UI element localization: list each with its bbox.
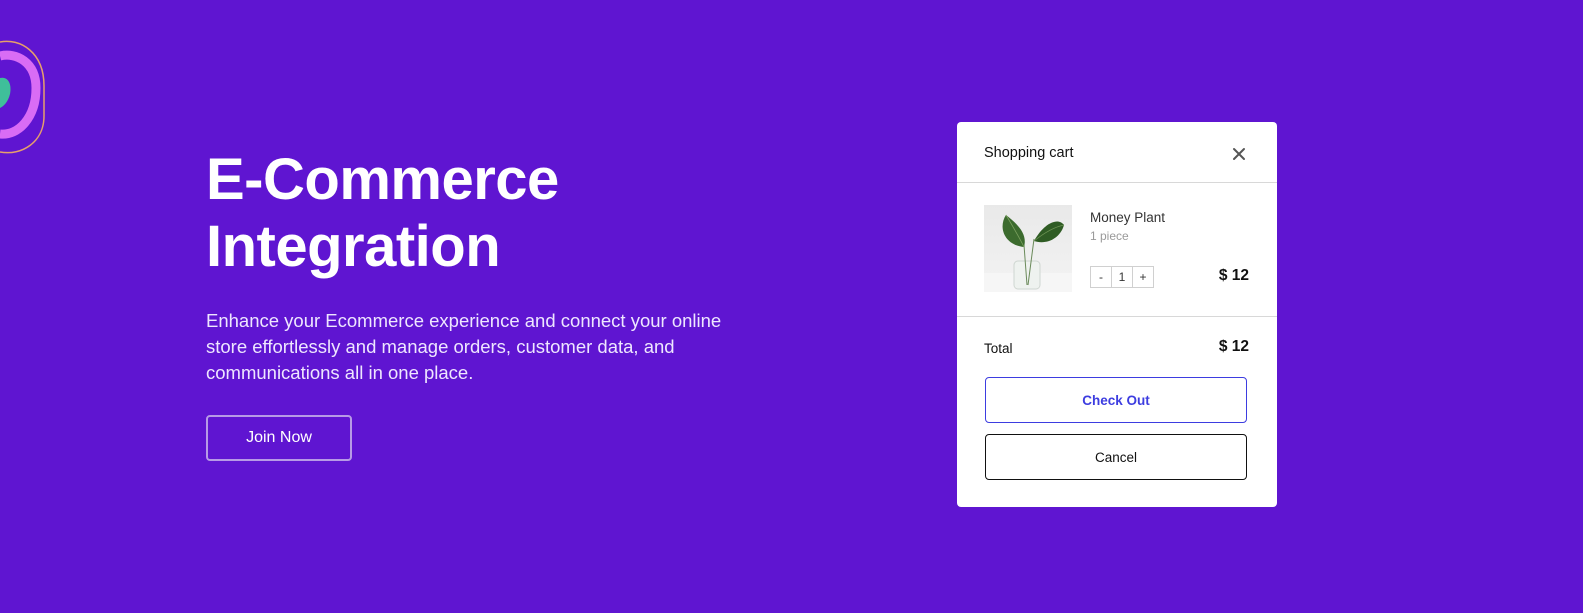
cart-header: Shopping cart (957, 122, 1277, 183)
cart-title: Shopping cart (984, 145, 1074, 161)
decrement-button[interactable]: - (1090, 266, 1112, 288)
cart-item: Money Plant 1 piece - 1 + $ 12 (957, 183, 1277, 317)
close-icon[interactable] (1231, 146, 1247, 162)
plant-image (984, 205, 1072, 292)
product-name: Money Plant (1090, 210, 1166, 225)
item-price: $ 12 (1218, 267, 1249, 284)
hero-title-line2: Integration (206, 214, 501, 279)
cancel-button[interactable]: Cancel (985, 434, 1247, 480)
hero-section: E-Commerce Integration Enhance your Ecom… (206, 146, 766, 386)
increment-button[interactable]: + (1132, 266, 1154, 288)
shopping-cart-panel: Shopping cart Money Plant 1 piece - 1 + (957, 122, 1277, 507)
total-label: Total (984, 341, 1013, 356)
quantity-stepper: - 1 + (1090, 266, 1154, 288)
join-now-button[interactable]: Join Now (206, 415, 352, 461)
quantity-value[interactable]: 1 (1111, 266, 1133, 288)
brand-logo-icon (0, 40, 45, 154)
checkout-button[interactable]: Check Out (985, 377, 1247, 423)
hero-title: E-Commerce Integration (206, 146, 766, 280)
total-value: $ 12 (1218, 338, 1249, 355)
product-quantity-text: 1 piece (1090, 229, 1129, 243)
hero-title-line1: E-Commerce (206, 147, 559, 212)
hero-description: Enhance your Ecommerce experience and co… (206, 310, 722, 383)
